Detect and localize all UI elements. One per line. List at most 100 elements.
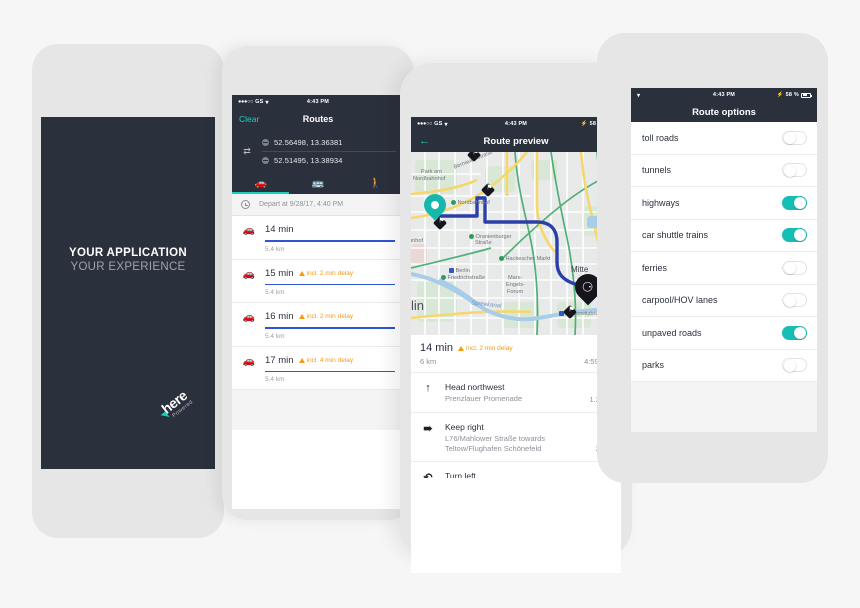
option-row-parks[interactable]: parks <box>631 349 817 382</box>
option-row-toll-roads[interactable]: toll roads <box>631 122 817 155</box>
car-icon: 🚗 <box>242 268 256 280</box>
toggle-unpaved-roads[interactable] <box>782 325 807 340</box>
list-footer <box>631 382 817 432</box>
wifi-icon: ▾ <box>444 121 448 128</box>
maneuver-street: Prenzlauer Promenade <box>445 394 523 403</box>
maneuver-row[interactable]: ↑ Head northwest Prenzlauer Promenade 1.… <box>411 373 621 413</box>
waypoint-row[interactable]: 52.56498, 13.36381 <box>262 134 396 151</box>
status-time: 4:43 PM <box>504 121 528 127</box>
delay-badge: incl. 4 min delay <box>298 356 354 364</box>
bluetooth-icon: ⚡ <box>776 92 784 98</box>
tab-car[interactable]: 🚗 <box>232 172 290 194</box>
delay-badge: incl. 2 min delay <box>458 345 513 352</box>
bus-icon: 🚌 <box>311 177 325 189</box>
map-label: Hackescher Markt <box>499 256 551 263</box>
option-row-carpool-hov-lanes[interactable]: carpool/HOV lanes <box>631 284 817 317</box>
toggle-ferries[interactable] <box>782 260 807 275</box>
map-label: Forum <box>507 289 524 295</box>
tab-transit[interactable]: 🚌 <box>289 172 346 194</box>
ubahn-icon <box>449 268 454 273</box>
option-label: tunnels <box>642 165 672 176</box>
car-icon: 🚗 <box>242 312 256 324</box>
swap-vertical-icon[interactable]: ⇄ <box>232 134 262 168</box>
maneuver-street: L76/Mahlower Straße towards Teltow/Flugh… <box>445 433 546 453</box>
screenshot-stage: YOUR APPLICATION YOUR EXPERIENCE here Po… <box>0 0 860 608</box>
maneuver-row[interactable]: ↶ Turn left <box>411 462 621 479</box>
remove-waypoint-icon[interactable] <box>262 139 269 146</box>
toggle-highways[interactable] <box>782 195 807 210</box>
route-duration: 14 min <box>265 224 294 235</box>
carrier-label: GS <box>255 99 264 105</box>
route-options-screen: ▾ 4:43 PM ⚡ 58 % Route options toll road… <box>631 88 817 432</box>
warning-triangle-icon <box>458 345 465 351</box>
delay-badge: incl. 2 min delay <box>298 270 353 277</box>
phone-routes: ●●●○○ GS ▾ 4:43 PM Clear Routes ⇄ 52.564… <box>222 46 414 520</box>
toggle-carpool-hov-lanes[interactable] <box>782 293 807 308</box>
tab-pedestrian[interactable]: 🚶 <box>347 172 404 194</box>
toggle-tunnels[interactable] <box>782 163 807 178</box>
status-bar: ▾ 4:43 PM ⚡ 58 % <box>631 88 817 102</box>
summary-distance: 6 km <box>420 357 437 366</box>
map-canvas[interactable]: Park am Nordbahnhof Bernauer Straße Nord… <box>411 152 621 335</box>
splash-screen: YOUR APPLICATION YOUR EXPERIENCE here Po… <box>41 117 215 469</box>
splash-subtitle: YOUR EXPERIENCE <box>70 261 186 273</box>
route-distance: 5.4 km <box>265 332 285 340</box>
transport-mode-tabs: 🚗 🚌 🚶 <box>232 172 404 194</box>
route-duration: 16 min <box>265 311 294 323</box>
maneuver-row[interactable]: ➠ Keep right L76/Mahlower Straße towards… <box>411 412 621 463</box>
option-row-tunnels[interactable]: tunnels <box>631 154 817 187</box>
car-icon: 🚗 <box>242 355 256 367</box>
option-row-car-shuttle-trains[interactable]: car shuttle trains <box>631 219 817 252</box>
summary-duration: 14 min <box>420 342 454 354</box>
delay-label: incl. 4 min delay <box>306 356 354 364</box>
waypoints-panel: ⇄ 52.56498, 13.36381 52.51495, 13.38934 <box>232 129 404 172</box>
remove-waypoint-icon[interactable] <box>262 156 269 164</box>
depart-row[interactable]: Depart at 9/28/17, 4:40 PM <box>232 194 404 216</box>
routes-navbar: Clear Routes <box>232 109 404 129</box>
route-bar <box>265 370 395 373</box>
car-icon: 🚗 <box>254 177 267 189</box>
toggle-parks[interactable] <box>782 358 807 373</box>
route-bar <box>265 283 395 286</box>
list-item[interactable]: 🚗 16 min incl. 2 min delay 5.4 km <box>232 303 404 347</box>
option-label: parks <box>642 360 665 371</box>
signal-dots-icon: ●●●○○ <box>238 99 254 105</box>
preview-navbar: ← Route preview <box>411 131 621 152</box>
page-title: Route preview <box>483 136 549 147</box>
status-bar: ●●●○○ GS ▾ 4:43 PM <box>232 95 404 109</box>
list-item[interactable]: 🚗 14 min 5.4 km <box>232 216 404 260</box>
route-distance: 5.4 km <box>265 376 285 384</box>
signal-dots-icon: ●●●○○ <box>417 121 433 127</box>
list-item[interactable]: 🚗 17 min incl. 4 min delay 5.4 km <box>232 347 404 391</box>
option-row-ferries[interactable]: ferries <box>631 252 817 285</box>
car-icon: 🚗 <box>242 225 256 236</box>
toggle-car-shuttle-trains[interactable] <box>782 228 807 243</box>
map-label: Friedrichstraße <box>441 275 485 282</box>
route-duration: 17 min <box>265 354 294 366</box>
warning-triangle-icon <box>298 314 305 320</box>
depart-label: Depart at 9/28/17, 4:40 PM <box>259 201 344 208</box>
waypoint-value: 52.51495, 13.38934 <box>274 155 343 165</box>
route-preview-screen: ●●●○○ GS ▾ 4:43 PM ⚡ 58 % ← Route previe… <box>411 117 621 573</box>
battery-icon <box>801 92 812 98</box>
waypoint-row[interactable]: 52.51495, 13.38934 <box>262 151 396 168</box>
station-icon <box>451 200 456 205</box>
warning-triangle-icon <box>298 357 305 363</box>
routes-screen: ●●●○○ GS ▾ 4:43 PM Clear Routes ⇄ 52.564… <box>232 95 404 509</box>
map-label: Nordbahnhof <box>451 200 490 207</box>
carrier-label: GS <box>434 121 443 127</box>
options-navbar: ▾ 4:43 PM ⚡ 58 % Route options <box>631 88 817 122</box>
map-label: Engels- <box>506 282 525 288</box>
option-label: highways <box>642 197 680 208</box>
list-item[interactable]: 🚗 15 min incl. 2 min delay 5.4 km <box>232 260 404 304</box>
status-time: 4:43 PM <box>306 99 330 105</box>
arrow-straight-icon: ↑ <box>425 382 431 394</box>
delay-badge: incl. 2 min delay <box>298 313 354 321</box>
warning-triangle-icon <box>298 270 305 276</box>
option-row-unpaved-roads[interactable]: unpaved roads <box>631 317 817 350</box>
option-row-highways[interactable]: highways <box>631 187 817 220</box>
maneuver-title: Turn left <box>445 471 476 479</box>
clock-icon <box>241 200 250 209</box>
toggle-toll-roads[interactable] <box>782 130 807 145</box>
delay-label: incl. 2 min delay <box>306 313 354 321</box>
